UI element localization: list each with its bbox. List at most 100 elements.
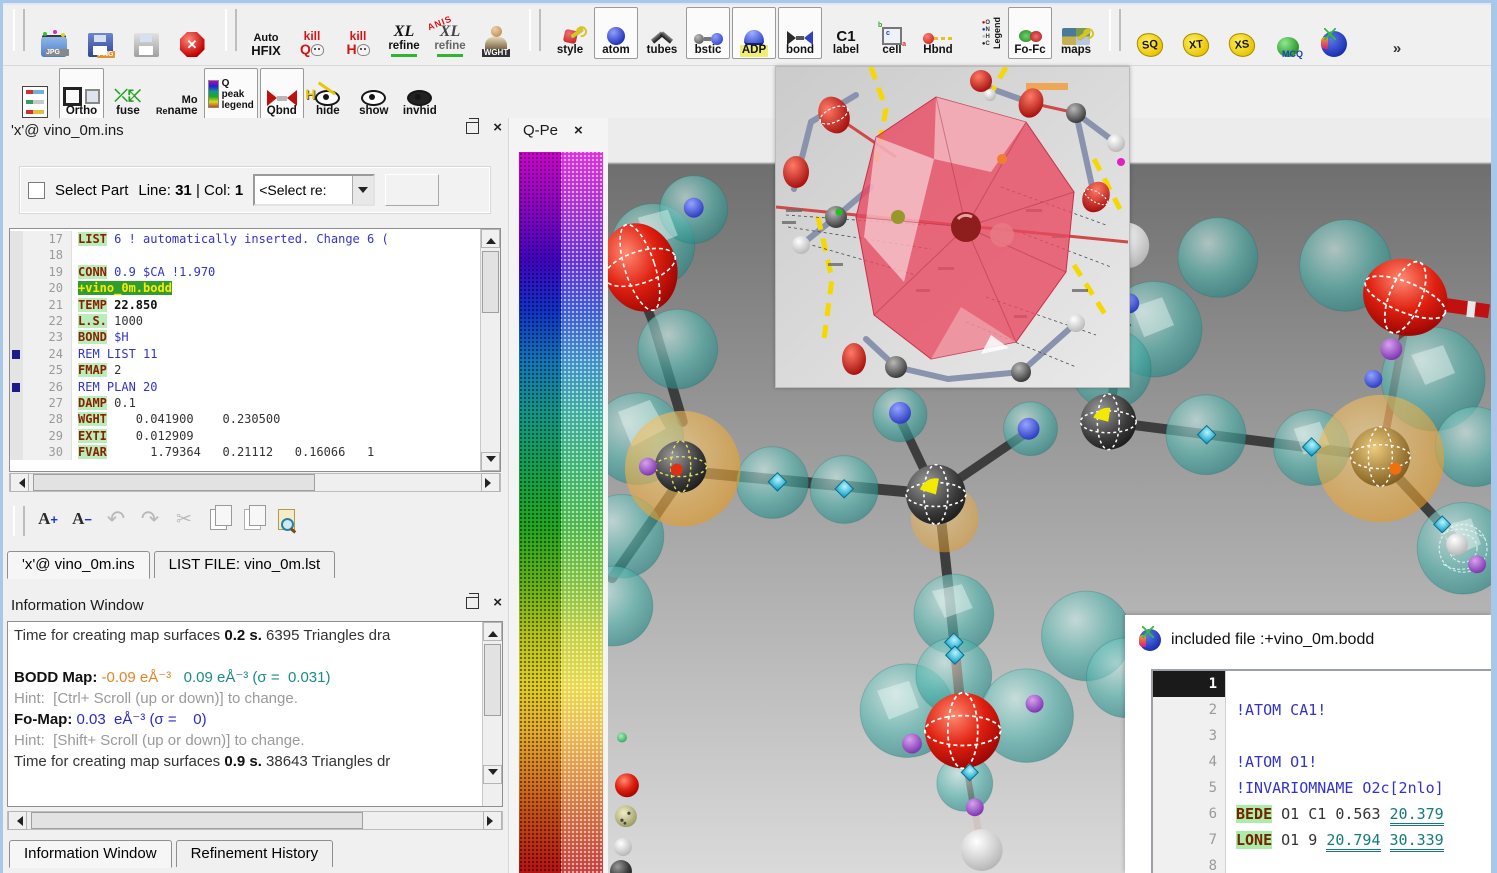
hide-button[interactable]: H hide [306,68,350,120]
editor-dock-titlebar[interactable]: 'x'@ vino_0m.ins × [3,118,508,142]
code-line[interactable]: 20+vino_0m.bodd [10,280,481,296]
residue-dropdown[interactable]: <Select re: [253,174,375,206]
adp-button[interactable]: ADP [732,7,776,59]
info-dock-titlebar[interactable]: Information Window × [3,593,508,617]
code-line[interactable]: 22L.S. 1000 [10,313,481,329]
save-button[interactable] [124,7,168,59]
find-button[interactable] [269,501,303,537]
show-button[interactable]: show [352,68,396,120]
xl-refine-anis-button[interactable]: XL refine ANIS [428,7,472,59]
scroll-left-button[interactable] [8,811,27,830]
hbnd-button[interactable]: Hbnd [916,7,960,59]
scroll-down-button[interactable] [483,765,502,784]
blank-button[interactable] [385,174,439,206]
scroll-right-button[interactable] [483,811,502,830]
scroll-right-button[interactable] [481,473,500,492]
select-part-checkbox[interactable] [28,182,45,199]
voronoi-overlay-image[interactable] [775,66,1130,388]
code-line[interactable]: 8 [1153,853,1491,873]
stop-button[interactable]: ✕ [170,7,214,59]
code-line[interactable]: 23BOND $H [10,329,481,345]
label-button[interactable]: C1 label [824,7,868,59]
cell-button[interactable]: bca cell [870,7,914,59]
scroll-thumb[interactable] [31,812,363,829]
float-icon[interactable] [466,122,479,134]
code-line[interactable]: 21TEMP 22.850 [10,297,481,313]
style-button[interactable]: style [548,7,592,59]
bond-button[interactable]: bond [778,7,822,59]
wght-button[interactable]: WGHT [474,7,518,59]
code-line[interactable]: 6BEDE O1 C1 0.563 20.379 [1153,801,1491,827]
font-increase-button[interactable]: A+ [31,501,65,537]
scroll-thumb[interactable] [33,474,315,491]
mcq-button[interactable]: MCQ [1266,7,1310,59]
bodd-code-editor[interactable]: 12!ATOM CA1!34!ATOM O1!5!INVARIOMNAME O2… [1151,669,1491,873]
toolbar-overflow-button[interactable]: » [1375,7,1419,59]
code-line[interactable]: 5!INVARIOMNAME O2c[2nlo] [1153,775,1491,801]
code-line[interactable]: 28WGHT 0.041900 0.230500 [10,411,481,427]
maps-button[interactable]: maps [1054,7,1098,59]
code-line[interactable]: 25FMAP 2 [10,362,481,378]
peak-legend-button[interactable]: Q peak legend [204,68,258,120]
auto-hfix-button[interactable]: Auto HFIX [244,7,288,59]
font-decrease-button[interactable]: A− [65,501,99,537]
xs-button[interactable]: XS [1220,7,1264,59]
toolbar-grip[interactable] [13,9,25,51]
tab-lst-file[interactable]: LIST FILE: vino_0m.lst [154,551,335,578]
legend-button[interactable]: ●O ●N ●H ●C Legend [962,7,1006,59]
code-line[interactable]: 24REM LIST 11 [10,346,481,362]
ins-code-editor[interactable]: 17LIST 6 ! automatically inserted. Chang… [9,228,501,472]
tubes-button[interactable]: tubes [640,7,684,59]
xl-refine-button[interactable]: XL refine [382,7,426,59]
fofc-button[interactable]: Fo-Fc [1008,7,1052,59]
close-icon[interactable]: × [574,123,583,138]
editor-hscrollbar[interactable] [9,473,501,492]
dropdown-arrow-icon[interactable] [352,176,373,204]
code-line[interactable]: 26REM PLAN 20 [10,379,481,395]
fuse-button[interactable]: ⤫⤪ fuse [106,68,150,120]
code-line[interactable]: 29EXTI 0.012909 [10,428,481,444]
qbnd-button[interactable]: Qbnd [260,68,304,120]
toolbar-grip[interactable] [529,9,541,51]
toolbar-grip[interactable] [1109,9,1121,51]
scroll-down-button[interactable] [481,452,500,471]
code-line[interactable]: 19CONN 0.9 $CA !1.970 [10,264,481,280]
editor-vscrollbar[interactable] [480,229,500,471]
code-line[interactable]: 18 [10,247,481,263]
kill-q-button[interactable]: kill Q [290,7,334,59]
toolbar-grip[interactable] [13,506,25,536]
undo-button[interactable]: ↶ [99,501,133,537]
close-icon[interactable]: × [493,120,502,135]
invhid-button[interactable]: invhid [398,68,442,120]
close-icon[interactable]: × [493,595,502,610]
copy-button[interactable] [201,501,235,537]
paste-button[interactable] [235,501,269,537]
code-line[interactable]: 4!ATOM O1! [1153,749,1491,775]
dock-layout-button[interactable] [13,68,57,120]
qpeak-titlebar[interactable]: Q-Pe × [509,118,609,142]
redo-button[interactable]: ↷ [133,501,167,537]
code-line[interactable]: 27DAMP 0.1 [10,395,481,411]
kill-h-button[interactable]: kill H [336,7,380,59]
rename-button[interactable]: Mo Rename [152,68,202,120]
tab-information-window[interactable]: Information Window [9,840,172,868]
code-line[interactable]: 1 [1153,671,1491,697]
bstic-button[interactable]: bstic [686,7,730,59]
scroll-left-button[interactable] [10,473,29,492]
code-line[interactable]: 17LIST 6 ! automatically inserted. Chang… [10,231,481,247]
tab-ins-file[interactable]: 'x'@ vino_0m.ins [7,551,150,579]
info-vscrollbar[interactable] [482,622,502,806]
save-image-button[interactable]: JPG [32,7,76,59]
sq-button[interactable]: SQ [1128,7,1172,59]
save-png-button[interactable]: PNG [78,7,122,59]
cut-button[interactable]: ✂ [167,501,201,537]
float-icon[interactable] [466,597,479,609]
scroll-thumb[interactable] [484,644,501,716]
code-line[interactable]: 7LONE O1 9 20.794 30.339 [1153,827,1491,853]
code-line[interactable]: 30FVAR 1.79364 0.21112 0.16066 1 [10,444,481,460]
shelxle-logo-button[interactable] [1312,7,1356,59]
included-file-titlebar[interactable]: included file :+vino_0m.bodd [1125,615,1491,661]
scroll-thumb[interactable] [482,251,499,313]
info-log[interactable]: Time for creating map surfaces 0.2 s. 63… [7,621,503,807]
ortho-button[interactable]: Ortho [59,68,104,120]
